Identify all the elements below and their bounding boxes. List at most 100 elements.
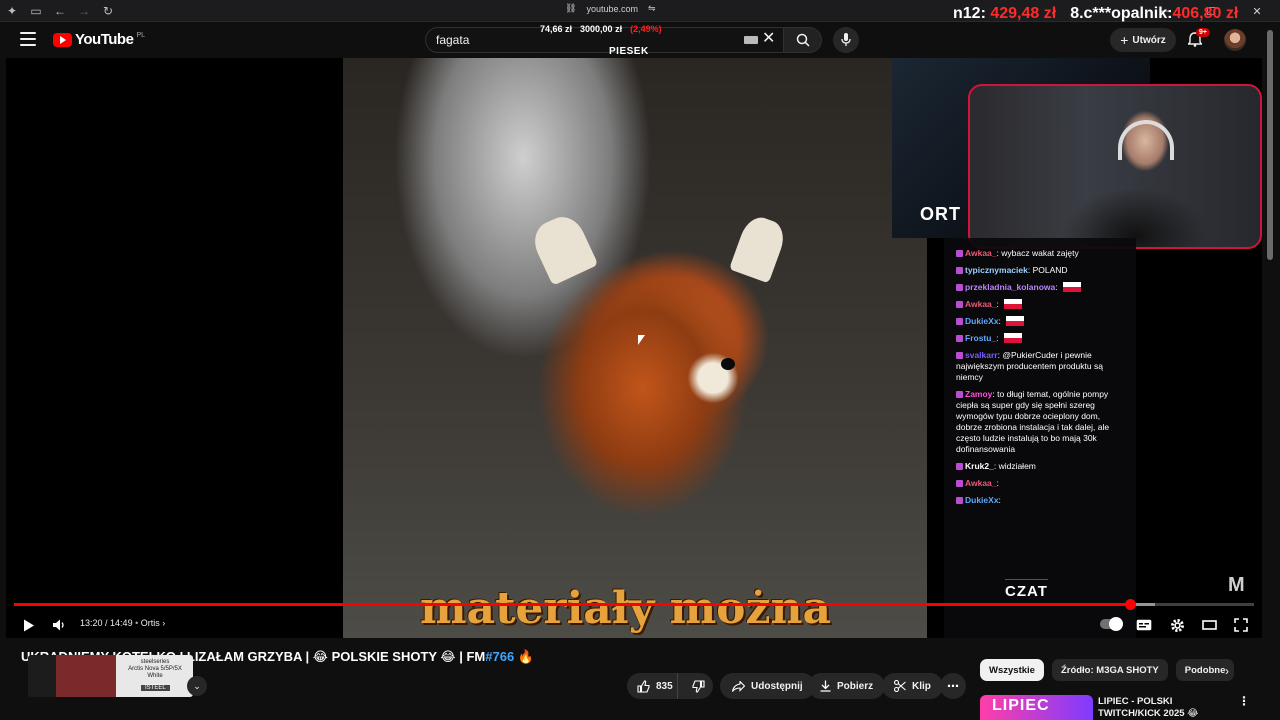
chat-username: DukieXx (965, 495, 999, 505)
chat-message: DukieXx: (956, 316, 1128, 327)
scrubber-handle[interactable] (1125, 599, 1136, 610)
time-display: 13:20 / 14:49 • Ortis › (80, 618, 166, 628)
chat-badge-icon (956, 318, 963, 325)
poland-flag-emote (1062, 282, 1081, 292)
reload-icon[interactable]: ↻ (96, 0, 120, 22)
ticker-item: n12: 429,48 zł (953, 5, 1056, 23)
extensions-icon[interactable]: ✦ (0, 0, 24, 22)
share-icon (732, 680, 745, 692)
fullscreen-icon (1234, 618, 1248, 632)
red-panda-ear (527, 210, 599, 286)
address-bar[interactable]: ⛓ youtube.com ⇋ (565, 3, 656, 14)
chip-source[interactable]: Źródło: M3GA SHOTY (1051, 659, 1168, 681)
ticker-user: 8.c***opalnik: (1070, 5, 1173, 22)
poland-flag-emote (1003, 333, 1022, 343)
autoplay-toggle[interactable] (1100, 617, 1123, 631)
poland-flag-emote (1006, 316, 1025, 326)
dislike-button[interactable] (684, 673, 713, 699)
donation-goal-amount: 3000,00 zł (580, 24, 623, 34)
donation-percent: (2,49%) (630, 24, 662, 34)
more-horizontal-icon: ⋯ (947, 679, 959, 693)
like-button[interactable]: 835 (627, 673, 678, 699)
stream-chat-overlay: Awkaa_: wybacz wakat zajęty typicznymacie… (944, 238, 1136, 638)
volume-icon (52, 619, 64, 631)
back-icon[interactable]: ← (48, 0, 72, 22)
chat-overlay-label: CZAT (1005, 579, 1048, 600)
play-button[interactable] (18, 614, 40, 636)
chat-message: Awkaa_: (956, 478, 1128, 489)
chat-username: typicznymaciek (965, 265, 1028, 275)
streamer-webcam (968, 84, 1262, 249)
chapter-title[interactable]: Ortis (141, 618, 160, 628)
recommended-thumbnail[interactable]: LIPIEC (980, 695, 1093, 720)
progress-bar[interactable] (14, 599, 1254, 610)
hashtag-link[interactable]: #766 (485, 649, 514, 664)
search-button[interactable] (784, 27, 822, 53)
region-code: PL (136, 32, 145, 39)
mute-button[interactable] (48, 614, 70, 636)
account-avatar[interactable] (1224, 29, 1246, 51)
donation-goal-label: PIESEK (609, 46, 649, 57)
more-vertical-icon[interactable]: ⋮ (1238, 694, 1250, 708)
create-button[interactable]: + Utwórz (1110, 28, 1176, 52)
expand-button[interactable]: ⌄ (187, 676, 207, 696)
search-icon (796, 33, 810, 47)
keyboard-icon[interactable] (744, 36, 758, 44)
gear-icon (1170, 618, 1184, 632)
voice-search-button[interactable] (833, 27, 859, 53)
chat-username: Zamoy (965, 389, 993, 399)
download-button[interactable]: Pobierz (808, 673, 886, 699)
chat-message: Awkaa_: wybacz wakat zajęty (956, 248, 1128, 259)
chat-message: Awkaa_: (956, 299, 1128, 310)
top-donors-ticker: n12: 429,48 zł 8.c***opalnik:406,80 zł (953, 5, 1238, 23)
chat-username: Awkaa_ (965, 248, 997, 258)
page-scrollbar[interactable] (1266, 22, 1274, 720)
chip-all[interactable]: Wszystkie (980, 659, 1044, 681)
chat-message: Kruk2_: widziałem (956, 461, 1128, 472)
scrollbar-thumb[interactable] (1267, 30, 1273, 260)
fullscreen-button[interactable] (1230, 614, 1252, 636)
progress-fill (14, 603, 1130, 606)
like-count: 835 (656, 680, 673, 692)
chevron-right-icon[interactable]: › (162, 618, 165, 628)
chat-badge-icon (956, 391, 963, 398)
chat-message: DukieXx: (956, 495, 1128, 506)
current-time: 13:20 (80, 618, 103, 628)
close-window-icon[interactable]: ✕ (1234, 0, 1280, 22)
chat-message: Zamoy: to długi temat, ogólnie pompy cie… (956, 389, 1110, 454)
more-actions-button[interactable]: ⋯ (940, 673, 966, 699)
menu-icon[interactable] (20, 32, 36, 46)
chat-username: Awkaa_ (965, 478, 997, 488)
clip-button[interactable]: Klip (882, 673, 943, 699)
subtitles-button[interactable] (1133, 614, 1155, 636)
theater-mode-button[interactable] (1198, 614, 1220, 636)
search-query: fagata (436, 33, 470, 47)
chat-badge-icon (956, 335, 963, 342)
poland-flag-emote (1004, 299, 1023, 309)
theater-icon (1201, 620, 1217, 630)
forward-icon[interactable]: → (72, 0, 96, 22)
headphones (1118, 120, 1174, 160)
chat-username: DukieXx (965, 316, 999, 326)
youtube-play-icon (53, 32, 72, 47)
ticker-amount: 429,48 zł (990, 5, 1057, 22)
recommended-title[interactable]: LIPIEC - POLSKI TWITCH/KICK 2025 😂 (1098, 696, 1228, 720)
clear-search-icon[interactable]: ✕ (762, 30, 775, 48)
share-button[interactable]: Udostępnij (720, 673, 815, 699)
notification-count-badge: 9+ (1196, 28, 1210, 37)
chevron-down-icon: ⌄ (193, 680, 201, 691)
chat-message: Frostu_: (956, 333, 1128, 344)
youtube-logo[interactable]: YouTube PL (53, 31, 145, 48)
player-controls: 13:20 / 14:49 • Ortis › (6, 610, 1262, 638)
sponsor-brand-small: steelseries (140, 659, 170, 665)
chevron-right-icon[interactable]: › (1225, 664, 1229, 678)
red-panda-nose (721, 358, 735, 370)
tune-icon[interactable]: ⇋ (648, 3, 656, 14)
url-text: youtube.com (586, 3, 638, 14)
chat-text: widziałem (998, 461, 1036, 471)
sidebar-icon[interactable]: ▭ (24, 0, 48, 22)
settings-button[interactable] (1166, 614, 1188, 636)
video-player[interactable]: materiały można ORT Awkaa_: wybacz wakat… (6, 58, 1262, 638)
chat-username: Frostu_ (965, 333, 997, 343)
duration: 14:49 (110, 618, 133, 628)
